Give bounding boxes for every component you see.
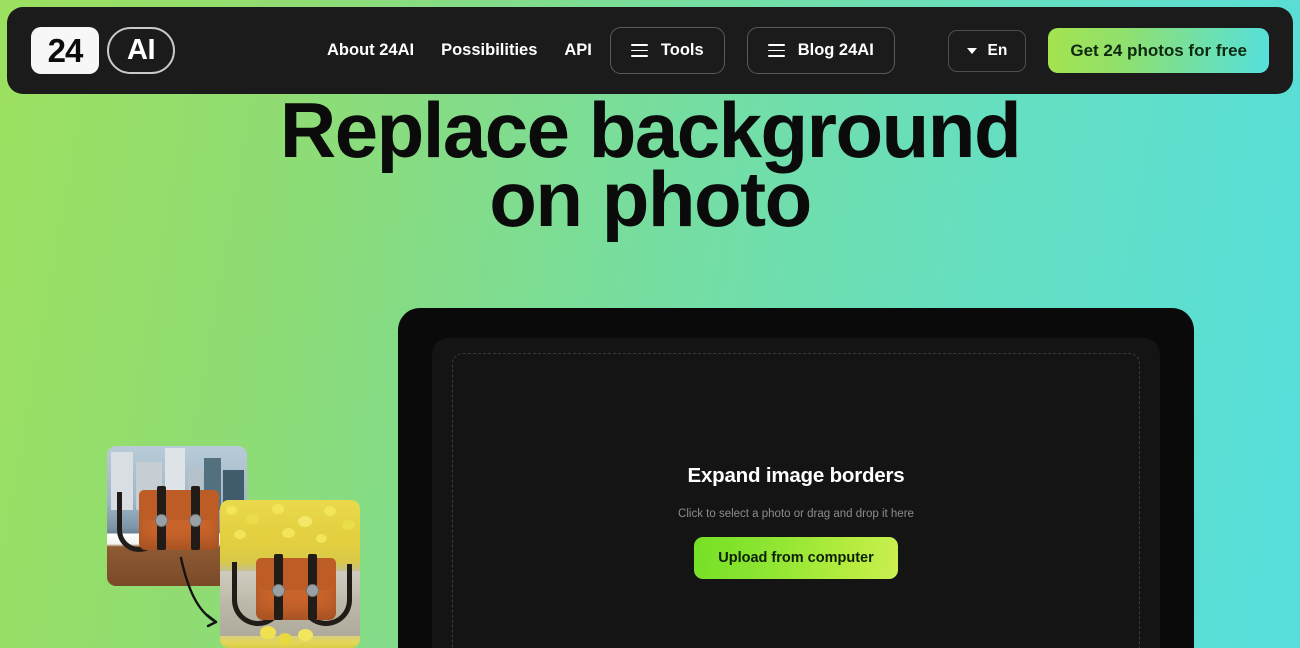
nav-links: About 24AI Possibilities API — [327, 41, 592, 60]
page-title: Replace background on photo — [0, 91, 1300, 243]
tools-menu-label: Tools — [660, 41, 704, 59]
blog-menu-label: Blog 24AI — [797, 41, 874, 59]
upload-from-computer-button[interactable]: Upload from computer — [694, 537, 898, 579]
nav-link-about[interactable]: About 24AI — [327, 41, 414, 60]
upload-card-inner: Expand image borders Click to select a p… — [432, 338, 1160, 648]
logo-24-mark: 24 — [31, 27, 99, 74]
top-navigation-bar: 24 AI About 24AI Possibilities API Tools… — [7, 7, 1293, 94]
example-thumbnails — [0, 430, 400, 648]
page-title-line-2: on photo — [489, 154, 812, 243]
blog-menu-button[interactable]: Blog 24AI — [746, 27, 895, 74]
curved-arrow-icon — [179, 556, 218, 628]
nav-right-group: En Get 24 photos for free — [947, 28, 1269, 73]
nav-link-possibilities[interactable]: Possibilities — [441, 41, 537, 60]
hamburger-icon — [767, 44, 785, 57]
language-label: En — [987, 41, 1008, 59]
caret-down-icon — [966, 47, 977, 54]
get-free-photos-button[interactable]: Get 24 photos for free — [1048, 28, 1269, 73]
nav-menu-buttons: Tools Blog 24AI — [609, 27, 895, 74]
uploader-title: Expand image borders — [687, 464, 905, 487]
upload-dropzone[interactable]: Expand image borders Click to select a p… — [452, 353, 1140, 648]
tools-menu-button[interactable]: Tools — [609, 27, 725, 74]
hamburger-icon — [630, 44, 648, 57]
brand-logo[interactable]: 24 AI — [31, 27, 175, 74]
language-selector[interactable]: En — [947, 29, 1027, 72]
uploader-subtitle: Click to select a photo or drag and drop… — [678, 508, 914, 520]
nav-link-api[interactable]: API — [564, 41, 592, 60]
upload-card-outer: Expand image borders Click to select a p… — [398, 308, 1194, 648]
logo-ai-mark: AI — [107, 27, 175, 74]
